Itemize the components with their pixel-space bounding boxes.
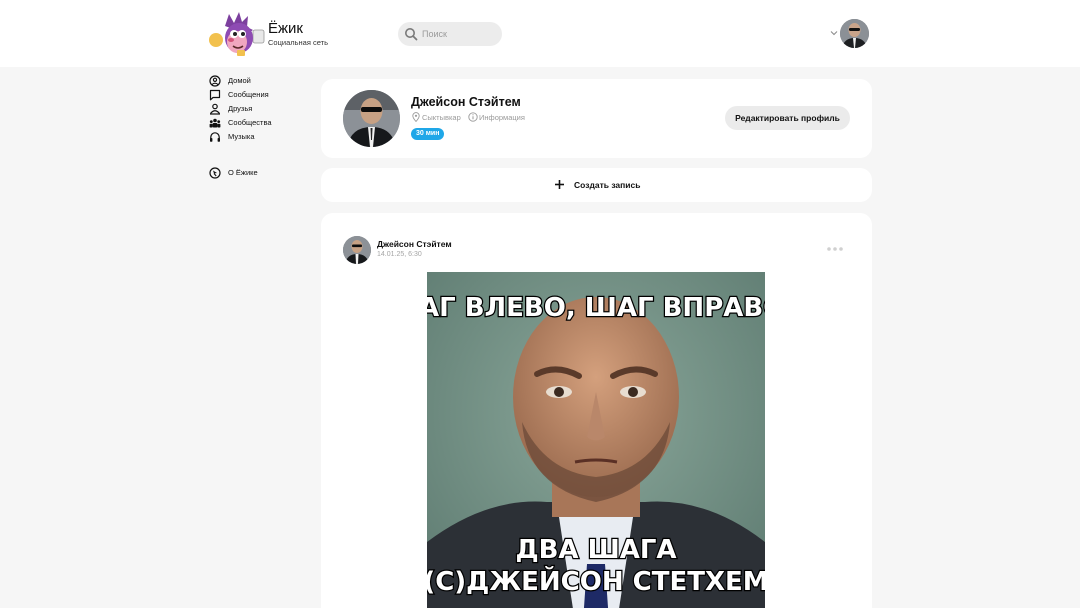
brand-title: Ёжик [268,20,303,37]
profile-name: Джейсон Стэйтем [411,95,521,109]
search-input[interactable] [422,27,498,41]
sidebar-item-label: Сообщения [228,90,269,99]
sidebar-item-label: Музыка [228,132,255,141]
sidebar-item-label: Сообщества [228,118,272,127]
sidebar-item-friends[interactable]: Друзья [209,102,309,116]
user-circle-icon [209,75,221,87]
sidebar-item-label: О Ёжике [228,168,258,177]
create-post-button[interactable]: Создать запись [554,177,644,193]
meme-bottom-caption-line1: ДВА ШАГА [515,535,676,565]
meme-top-caption: ШАГ ВЛЕВО, ШАГ ВПРАВО - [427,293,765,323]
post-card: Джейсон Стэйтем 14.01.25, 6:30 АГ ВЛЕВО,… [321,213,872,608]
chat-icon [209,89,221,101]
plus-icon [555,180,564,189]
user-menu[interactable] [826,18,870,50]
status-badge: 30 мин [411,128,445,140]
headphones-icon [210,132,220,142]
edit-profile-button[interactable]: Редактировать профиль [725,106,850,130]
profile-card: Джейсон Стэйтем Сыктывкар Информация 30 … [321,79,872,158]
sidebar-item-messages[interactable]: Сообщения [209,88,309,102]
info-label: Информация [479,113,525,122]
top-header: Ёжик Социальная сеть [0,0,1080,67]
create-post-label: Создать запись [574,180,641,190]
post-timestamp: 14.01.25, 6:30 [377,251,422,258]
sidebar-item-label: Друзья [228,104,253,113]
brand-subtitle: Социальная сеть [268,38,328,47]
more-options-icon[interactable] [826,245,844,253]
info-icon [468,112,478,122]
sidebar-item-home[interactable]: Домой [209,74,309,88]
communities-icon [209,118,221,128]
create-post-card[interactable]: Создать запись [321,168,872,202]
search-box[interactable] [398,22,502,46]
sidebar-item-label: Домой [228,76,251,85]
sidebar-item-communities[interactable]: Сообщества [209,116,309,130]
post-author-name[interactable]: Джейсон Стэйтем [377,239,452,249]
meme-bottom-caption-line2: (С)ДЖЕЙСОН СТЕТХЕМ [427,565,765,597]
sidebar-item-music[interactable]: Музыка [209,130,309,144]
post-author-avatar[interactable] [343,236,371,264]
chevron-down-icon[interactable] [830,29,838,37]
location-label: Сыктывкар [422,113,461,122]
hedgehog-logo[interactable] [207,10,267,58]
info-compass-icon [209,167,221,179]
location-pin-icon [412,112,420,122]
profile-avatar[interactable] [343,90,400,147]
avatar[interactable] [840,19,869,48]
sidebar-item-about[interactable]: О Ёжике [209,166,309,180]
post-image[interactable]: ШАГ ВЛЕВО, ШАГ ВПРАВО - ДВА ШАГА (С)ДЖЕЙ… [427,272,765,608]
search-icon [405,28,418,41]
friends-icon [210,103,220,115]
